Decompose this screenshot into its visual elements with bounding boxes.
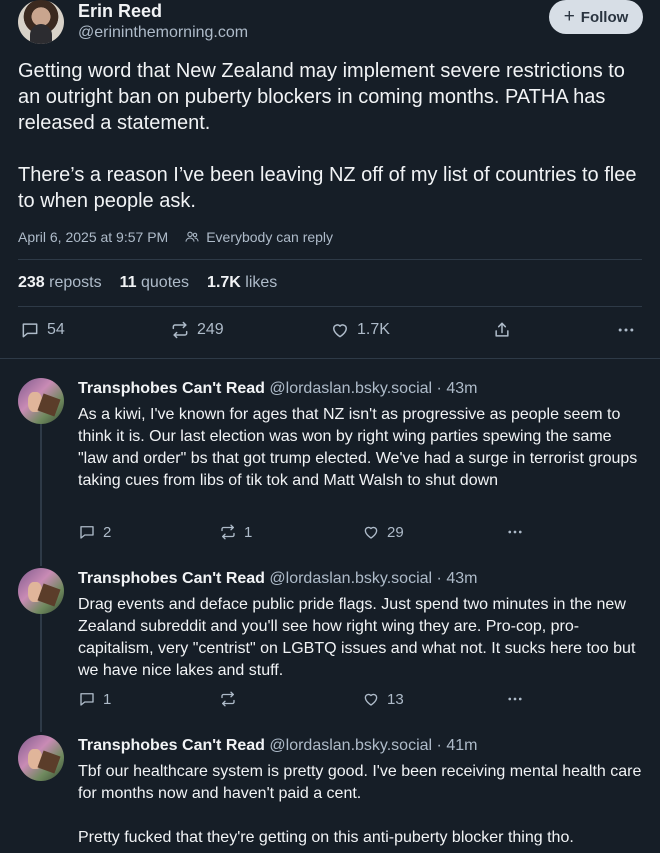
more-options-button[interactable] — [506, 690, 524, 708]
reply-actions: 1 13 — [0, 690, 660, 710]
comment-icon — [80, 526, 94, 539]
follow-button[interactable]: + Follow — [549, 0, 643, 34]
reply-text: Tbf our healthcare system is pretty good… — [78, 763, 642, 846]
reply-author-handle[interactable]: @lordaslan.bsky.social — [269, 380, 432, 397]
plus-icon: + — [563, 5, 575, 27]
reply-avatar[interactable] — [18, 735, 64, 781]
reply-setting: Everybody can reply — [206, 229, 334, 245]
quotes-stat[interactable]: 11 quotes — [120, 273, 189, 293]
comment-icon — [80, 693, 94, 706]
repost-icon — [172, 321, 188, 339]
author-avatar[interactable] — [18, 0, 64, 44]
likes-stat[interactable]: 1.7K likes — [207, 273, 277, 293]
author-name[interactable]: Erin Reed — [78, 0, 162, 22]
reply-button[interactable]: 1 — [78, 690, 111, 708]
post-paragraph: There’s a reason I’ve been leaving NZ of… — [18, 164, 637, 212]
heart-icon — [364, 693, 378, 706]
share-icon — [495, 322, 509, 337]
reply-author-handle[interactable]: @lordaslan.bsky.social — [269, 737, 432, 754]
repost-icon — [221, 691, 235, 707]
divider — [18, 306, 642, 307]
reply-avatar[interactable] — [18, 378, 64, 424]
people-icon — [185, 231, 199, 242]
more-icon — [508, 697, 522, 701]
heart-icon — [333, 324, 347, 338]
repost-icon — [221, 524, 235, 540]
post-text: Getting word that New Zealand may implem… — [18, 58, 648, 214]
repost-button[interactable]: 249 — [170, 320, 224, 340]
post-timestamp[interactable]: April 6, 2025 at 9:57 PM — [18, 228, 168, 246]
post-stats: 238 reposts 11 quotes 1.7K likes — [18, 273, 277, 293]
comment-icon — [22, 323, 38, 338]
reply-time[interactable]: 41m — [446, 737, 477, 754]
reposts-stat[interactable]: 238 reposts — [18, 273, 102, 293]
reply-author-name[interactable]: Transphobes Can't Read — [78, 570, 265, 587]
more-icon — [618, 328, 634, 332]
divider — [18, 259, 642, 260]
thread-line — [40, 614, 42, 732]
like-button[interactable]: 13 — [362, 690, 404, 708]
author-handle[interactable]: @erininthemorning.com — [78, 22, 248, 44]
follow-label: Follow — [580, 8, 629, 26]
more-options-button[interactable] — [616, 320, 636, 340]
post-meta: April 6, 2025 at 9:57 PM Everybody can r… — [18, 228, 333, 246]
more-options-button[interactable] — [506, 523, 524, 541]
reply-text: Drag events and deface public pride flag… — [78, 596, 636, 679]
share-button[interactable] — [492, 320, 512, 340]
reply-button[interactable]: 54 — [20, 320, 65, 340]
reply-author-name[interactable]: Transphobes Can't Read — [78, 380, 265, 397]
divider — [0, 358, 660, 359]
reply-author-name[interactable]: Transphobes Can't Read — [78, 737, 265, 754]
reply-time[interactable]: 43m — [446, 380, 477, 397]
post-actions: 54 249 1.7K — [0, 320, 660, 342]
like-button[interactable]: 29 — [362, 523, 404, 541]
like-button[interactable]: 1.7K — [330, 320, 390, 340]
reply-text: As a kiwi, I've known for ages that NZ i… — [78, 406, 638, 489]
reply-author-handle[interactable]: @lordaslan.bsky.social — [269, 570, 432, 587]
reply-avatar[interactable] — [18, 568, 64, 614]
reply-header: Transphobes Can't Read @lordaslan.bsky.s… — [78, 570, 478, 587]
reply-actions: 2 1 29 — [0, 523, 660, 543]
reply-header: Transphobes Can't Read @lordaslan.bsky.s… — [78, 380, 478, 397]
heart-icon — [364, 526, 378, 539]
reply-time[interactable]: 43m — [446, 570, 477, 587]
post-paragraph: Getting word that New Zealand may implem… — [18, 60, 625, 134]
repost-button[interactable] — [219, 690, 244, 708]
reply-button[interactable]: 2 — [78, 523, 111, 541]
more-icon — [508, 530, 522, 534]
repost-button[interactable]: 1 — [219, 523, 252, 541]
thread-line — [40, 424, 42, 566]
reply-header: Transphobes Can't Read @lordaslan.bsky.s… — [78, 737, 478, 754]
